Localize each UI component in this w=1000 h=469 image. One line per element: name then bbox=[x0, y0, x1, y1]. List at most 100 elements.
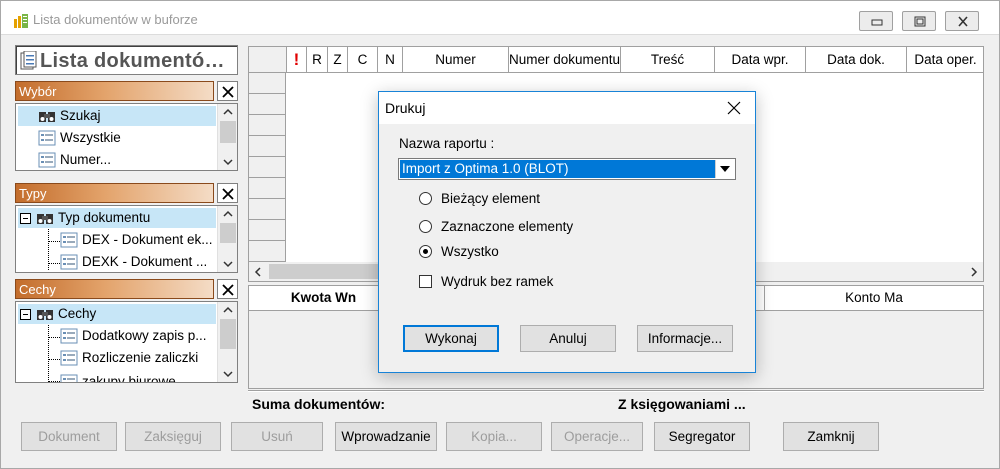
tree-item-rozliczenie-zaliczki[interactable]: Rozliczenie zaliczki bbox=[18, 348, 216, 368]
vertical-scrollbar[interactable] bbox=[217, 302, 237, 382]
radio-circle[interactable] bbox=[419, 245, 432, 258]
radio-label: Wszystko bbox=[441, 244, 499, 259]
item-label: Dodatkowy zapis p... bbox=[82, 328, 207, 343]
section-header-cechy[interactable]: Cechy bbox=[15, 279, 238, 299]
list-item-szukaj[interactable]: Szukaj bbox=[18, 106, 216, 126]
summary-documents: Suma dokumentów: bbox=[252, 396, 386, 412]
column-header-data-oper[interactable]: Data oper. bbox=[907, 47, 983, 73]
zaksieguj-button[interactable]: Zaksięguj bbox=[125, 422, 221, 451]
row-header[interactable] bbox=[249, 220, 286, 241]
item-label: zakupy biurowe bbox=[82, 374, 176, 383]
list-icon bbox=[60, 374, 78, 382]
column-header-numer-dokumentu[interactable]: Numer dokumentu bbox=[509, 47, 621, 73]
column-header-konto-ma[interactable]: Konto Ma bbox=[765, 286, 983, 311]
wprowadzanie-button[interactable]: Wprowadzanie bbox=[335, 422, 437, 451]
execute-button[interactable]: Wykonaj bbox=[403, 325, 499, 352]
column-header-data-wpr[interactable]: Data wpr. bbox=[715, 47, 806, 73]
tree-item-dodatkowy-zapis[interactable]: Dodatkowy zapis p... bbox=[18, 326, 216, 346]
scroll-up-icon bbox=[223, 210, 233, 217]
close-section-button[interactable] bbox=[217, 81, 238, 101]
tree-item-zakupy-biurowe[interactable]: zakupy biurowe bbox=[18, 372, 216, 383]
cancel-button[interactable]: Anuluj bbox=[520, 325, 616, 352]
minimize-icon bbox=[871, 19, 883, 26]
scroll-thumb[interactable] bbox=[220, 319, 236, 349]
print-dialog: Drukuj Nazwa raportu : Import z Optima 1… bbox=[378, 91, 756, 373]
tree-item-dex[interactable]: DEX - Dokument ek... bbox=[18, 230, 216, 250]
collapse-toggle[interactable] bbox=[20, 213, 31, 224]
collapse-toggle[interactable] bbox=[20, 309, 31, 320]
section-header-wybor[interactable]: Wybór bbox=[15, 81, 238, 101]
section-list-cechy: Cechy Dodatkowy zapis p... Rozliczenie z… bbox=[15, 301, 238, 383]
maximize-button[interactable] bbox=[902, 11, 936, 31]
binoculars-icon bbox=[39, 112, 55, 122]
zamknij-button[interactable]: Zamknij bbox=[783, 422, 879, 451]
column-header-kwota-wn[interactable]: Kwota Wn bbox=[249, 286, 399, 311]
scroll-thumb[interactable] bbox=[220, 121, 236, 143]
section-header-typy[interactable]: Typy bbox=[15, 183, 238, 203]
close-section-button[interactable] bbox=[217, 279, 238, 299]
checkbox-box[interactable] bbox=[419, 275, 432, 288]
summary-posted: Z księgowaniami ... bbox=[618, 396, 746, 412]
row-header[interactable] bbox=[249, 157, 286, 178]
section-title: Cechy bbox=[19, 282, 56, 297]
dokument-button[interactable]: Dokument bbox=[21, 422, 117, 451]
radio-label: Bieżący element bbox=[441, 191, 541, 206]
section-list-wybor: Szukaj Wszystkie Numer... bbox=[15, 103, 238, 171]
close-icon bbox=[727, 101, 741, 115]
column-header-data-dok[interactable]: Data dok. bbox=[806, 47, 907, 73]
segregator-button[interactable]: Segregator bbox=[654, 422, 750, 451]
usun-button[interactable]: Usuń bbox=[231, 422, 323, 451]
column-header-alert[interactable]: ! bbox=[287, 47, 307, 73]
column-header-c[interactable]: C bbox=[348, 47, 378, 73]
panel-title: Lista dokumentó… bbox=[15, 45, 238, 75]
tree-item-typ-dokumentu[interactable]: Typ dokumentu bbox=[18, 208, 216, 228]
tree-item-cechy[interactable]: Cechy bbox=[18, 304, 216, 324]
column-header-z[interactable]: Z bbox=[328, 47, 348, 73]
panel-title-text: Lista dokumentó… bbox=[40, 50, 225, 72]
radio-label: Zaznaczone elementy bbox=[441, 219, 574, 234]
kopia-button[interactable]: Kopia... bbox=[446, 422, 542, 451]
row-header[interactable] bbox=[249, 94, 286, 115]
close-section-button[interactable] bbox=[217, 183, 238, 203]
dialog-close-button[interactable] bbox=[713, 92, 755, 124]
row-header[interactable] bbox=[249, 73, 286, 94]
report-name-label: Nazwa raportu : bbox=[399, 136, 495, 151]
list-item-wszystkie[interactable]: Wszystkie bbox=[18, 128, 216, 148]
row-header[interactable] bbox=[249, 115, 286, 136]
radio-circle[interactable] bbox=[419, 220, 432, 233]
dropdown-button[interactable] bbox=[715, 160, 734, 178]
window-title: Lista dokumentów w buforze bbox=[33, 12, 198, 27]
row-header[interactable] bbox=[249, 178, 286, 199]
row-header[interactable] bbox=[249, 136, 286, 157]
list-icon bbox=[38, 152, 56, 168]
close-icon bbox=[222, 284, 234, 296]
section-list-typy: Typ dokumentu DEX - Dokument ek... DEXK … bbox=[15, 205, 238, 273]
column-header-tresc[interactable]: Treść bbox=[621, 47, 715, 73]
operacje-button[interactable]: Operacje... bbox=[551, 422, 643, 451]
scroll-thumb[interactable] bbox=[220, 223, 236, 243]
list-item-numer[interactable]: Numer... bbox=[18, 150, 216, 170]
column-header-numer[interactable]: Numer bbox=[403, 47, 509, 73]
vertical-scrollbar[interactable] bbox=[217, 206, 237, 272]
row-header[interactable] bbox=[249, 199, 286, 220]
row-header[interactable] bbox=[249, 241, 286, 262]
report-select[interactable]: Import z Optima 1.0 (BLOT) bbox=[398, 158, 736, 180]
chevron-down-icon bbox=[720, 166, 730, 172]
dialog-title: Drukuj bbox=[385, 100, 426, 116]
close-window-button[interactable] bbox=[945, 11, 979, 31]
info-button[interactable]: Informacje... bbox=[637, 325, 733, 352]
close-icon bbox=[222, 188, 234, 200]
maximize-icon bbox=[914, 16, 926, 27]
item-label: DEXK - Dokument ... bbox=[82, 254, 208, 269]
radio-circle[interactable] bbox=[419, 192, 432, 205]
column-header-r[interactable]: R bbox=[307, 47, 328, 73]
minimize-button[interactable] bbox=[859, 11, 893, 31]
list-icon bbox=[60, 254, 78, 270]
scroll-thumb[interactable] bbox=[269, 264, 389, 279]
column-header-corner bbox=[249, 47, 287, 73]
vertical-scrollbar[interactable] bbox=[217, 104, 237, 170]
section-title: Typy bbox=[19, 186, 47, 201]
column-header-n[interactable]: N bbox=[378, 47, 403, 73]
dialog-title-bar: Drukuj bbox=[379, 92, 755, 124]
tree-item-dexk[interactable]: DEXK - Dokument ... bbox=[18, 252, 216, 272]
